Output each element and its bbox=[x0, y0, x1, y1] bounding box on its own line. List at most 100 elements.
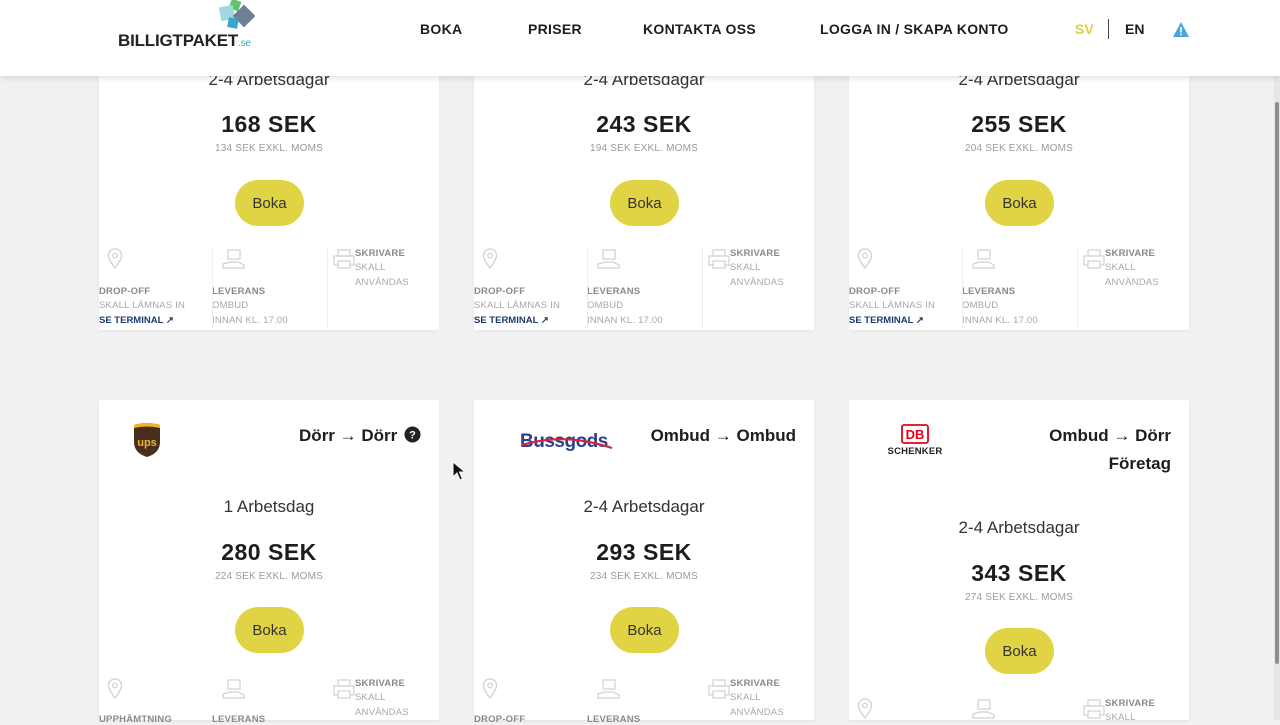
feature-line: ANVÄNDAS bbox=[1105, 277, 1159, 288]
feature-title: SKRIVARE bbox=[1105, 698, 1155, 709]
lang-en[interactable]: EN bbox=[1125, 21, 1144, 37]
route-type: Ombud → Ombud bbox=[650, 426, 796, 445]
price-excl-vat: 274 SEK EXKL. MOMS bbox=[964, 592, 1074, 603]
printer-icon bbox=[1083, 699, 1105, 719]
boka-button[interactable]: Boka bbox=[985, 628, 1054, 674]
se-terminal-link[interactable]: SE TERMINAL ↗ bbox=[474, 315, 549, 326]
price: 280 SEK bbox=[221, 539, 317, 565]
feature-title: SKRIVARE bbox=[1105, 248, 1155, 259]
se-terminal-link[interactable]: SE TERMINAL ↗ bbox=[99, 315, 174, 326]
route-type: Ombud → Dörr Företag bbox=[1049, 422, 1171, 478]
feature-line: ANVÄNDAS bbox=[730, 707, 784, 718]
mouse-cursor-icon bbox=[452, 461, 466, 481]
se-terminal-link[interactable]: SE TERMINAL ↗ bbox=[849, 315, 924, 326]
nav-boka[interactable]: BOKA bbox=[420, 21, 462, 37]
help-question-icon[interactable]: ? bbox=[404, 426, 421, 443]
feature-line: SKALL bbox=[730, 262, 761, 273]
boka-button[interactable]: Boka bbox=[235, 180, 304, 226]
feature-line: ANVÄNDAS bbox=[355, 707, 409, 718]
billigtpaket-logo[interactable]: BILLIGTPAKET.se bbox=[118, 0, 268, 60]
boka-button[interactable]: Boka bbox=[985, 180, 1054, 226]
price-excl-vat: 134 SEK EXKL. MOMS bbox=[214, 143, 324, 154]
feature-line: INNAN KL. 17.00 bbox=[587, 315, 663, 326]
external-link-icon: ↗ bbox=[540, 315, 549, 326]
printer-icon bbox=[708, 679, 730, 699]
feature-title: DROP-OFF bbox=[99, 286, 151, 297]
feature-line: INNAN KL. 17.00 bbox=[212, 315, 288, 326]
external-link-icon: ↗ bbox=[165, 315, 174, 326]
lang-sv[interactable]: SV bbox=[1075, 21, 1094, 37]
svg-text:?: ? bbox=[409, 430, 416, 442]
package-hand-icon bbox=[972, 699, 995, 719]
price: 243 SEK bbox=[596, 111, 692, 137]
price-excl-vat: 224 SEK EXKL. MOMS bbox=[214, 571, 324, 582]
feature-line: ANVÄNDAS bbox=[355, 277, 409, 288]
shipping-option-card: 2-4 Arbetsdagar 255 SEK 204 SEK EXKL. MO… bbox=[849, 70, 1189, 330]
shipping-option-card: DB SCHENKER Ombud → Dörr Företag 2-4 Arb… bbox=[849, 400, 1189, 723]
printer-icon bbox=[708, 249, 730, 269]
feature-line: SKALL LÄMNAS IN bbox=[849, 300, 936, 311]
feature-line: SKALL bbox=[730, 692, 761, 703]
location-pin-icon bbox=[857, 698, 873, 720]
price-excl-vat: 194 SEK EXKL. MOMS bbox=[589, 143, 699, 154]
feature-title: LEVERANS bbox=[587, 286, 641, 297]
delivery-days: 1 Arbetsdag bbox=[223, 497, 315, 516]
delivery-days: 2-4 Arbetsdagar bbox=[583, 497, 705, 516]
svg-text:ups: ups bbox=[137, 437, 157, 449]
feature-line: SKALL bbox=[355, 692, 386, 703]
nav-logga-in[interactable]: LOGGA IN / SKAPA KONTO bbox=[820, 21, 1009, 37]
location-pin-icon bbox=[107, 248, 123, 270]
feature-divider bbox=[962, 248, 963, 328]
package-hand-icon bbox=[222, 249, 245, 269]
feature-line: ANVÄNDAS bbox=[730, 277, 784, 288]
boka-button[interactable]: Boka bbox=[235, 607, 304, 653]
boka-button[interactable]: Boka bbox=[610, 607, 679, 653]
feature-line: OMBUD bbox=[962, 300, 999, 311]
feature-title: SKRIVARE bbox=[355, 678, 405, 689]
route-text: Ombud → Dörr bbox=[1049, 426, 1171, 445]
package-hand-icon bbox=[597, 249, 620, 269]
feature-divider bbox=[1077, 248, 1078, 328]
feature-line: OMBUD bbox=[212, 300, 249, 311]
feature-title: SKRIVARE bbox=[355, 248, 405, 259]
printer-icon bbox=[333, 679, 355, 699]
package-hand-icon bbox=[222, 679, 245, 699]
feature-line: SKALL bbox=[1105, 262, 1136, 273]
delivery-days: 2-4 Arbetsdagar bbox=[958, 518, 1080, 537]
schenker-label: SCHENKER bbox=[887, 446, 943, 457]
location-pin-icon bbox=[482, 248, 498, 270]
ups-logo: ups bbox=[134, 423, 160, 457]
feature-divider bbox=[702, 248, 703, 328]
location-pin-icon bbox=[107, 678, 123, 700]
shipping-option-card: 2-4 Arbetsdagar 243 SEK 194 SEK EXKL. MO… bbox=[474, 70, 814, 330]
feature-line: SKALL bbox=[355, 262, 386, 273]
nav-kontakta-oss[interactable]: KONTAKTA OSS bbox=[643, 21, 756, 37]
feature-title: DROP-OFF bbox=[474, 286, 526, 297]
feature-line: OMBUD bbox=[587, 300, 624, 311]
price: 293 SEK bbox=[596, 539, 692, 565]
nav-priser[interactable]: PRISER bbox=[528, 21, 582, 37]
feature-line: SKALL LÄMNAS IN bbox=[99, 300, 186, 311]
svg-text:DB: DB bbox=[906, 427, 925, 442]
logo-text: BILLIGTPAKET.se bbox=[118, 31, 251, 50]
logo-cubes-icon bbox=[218, 0, 256, 29]
feature-divider bbox=[327, 248, 328, 328]
feature-line: SKALL bbox=[1105, 712, 1136, 723]
route-type: Dörr → Dörr ? bbox=[299, 422, 421, 450]
route-subtext: Företag bbox=[1108, 454, 1171, 473]
warning-icon[interactable] bbox=[1172, 21, 1190, 38]
boka-button[interactable]: Boka bbox=[610, 180, 679, 226]
shipping-option-card: Bussgods Ombud → Ombud 2-4 Arbetsdagar 2… bbox=[474, 400, 814, 725]
package-hand-icon bbox=[597, 679, 620, 699]
printer-icon bbox=[1083, 249, 1105, 269]
price-excl-vat: 234 SEK EXKL. MOMS bbox=[589, 571, 699, 582]
price: 255 SEK bbox=[971, 111, 1067, 137]
shipping-option-card: 2-4 Arbetsdagar 168 SEK 134 SEK EXKL. MO… bbox=[99, 70, 439, 330]
scrollbar-thumb[interactable] bbox=[1275, 102, 1279, 664]
printer-icon bbox=[333, 249, 355, 269]
feature-line: SKALL LÄMNAS IN bbox=[474, 300, 561, 311]
feature-title: LEVERANS bbox=[212, 286, 266, 297]
feature-divider bbox=[212, 248, 213, 328]
shipping-option-card: ups Dörr → Dörr ? 1 Arbetsdag 280 SEK 22… bbox=[99, 400, 439, 725]
price: 343 SEK bbox=[971, 560, 1067, 586]
